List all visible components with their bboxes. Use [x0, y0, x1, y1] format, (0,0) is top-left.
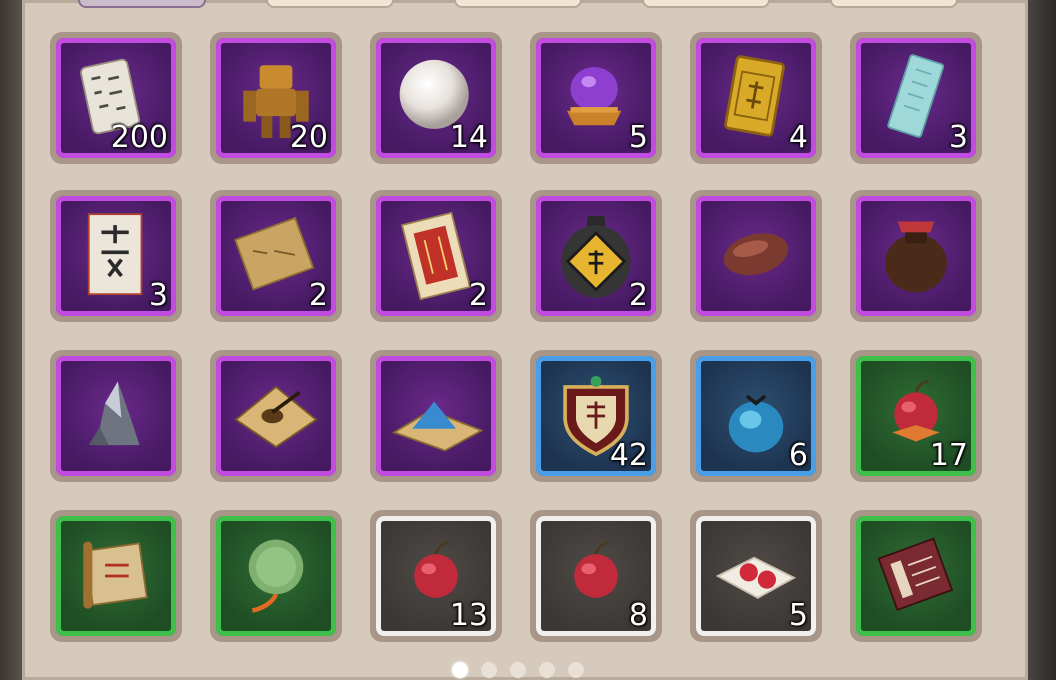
item-slot[interactable]: 3 — [850, 32, 982, 164]
tab-4[interactable] — [642, 0, 770, 8]
item-slot[interactable] — [50, 510, 182, 642]
item-count: 20 — [289, 120, 328, 155]
item-count: 3 — [148, 278, 168, 313]
item-count: 2 — [308, 278, 328, 313]
item-count: 200 — [110, 120, 168, 155]
page-indicator — [22, 660, 1028, 680]
page-dot-1[interactable] — [452, 662, 468, 678]
item-slot[interactable] — [370, 350, 502, 482]
manual-book-icon — [856, 516, 976, 636]
page-dot-4[interactable] — [539, 662, 555, 678]
item-count: 2 — [468, 278, 488, 313]
item-count: 2 — [628, 278, 648, 313]
item-slot[interactable]: 6 — [690, 350, 822, 482]
background-left — [0, 0, 22, 680]
item-count: 5 — [628, 120, 648, 155]
item-slot[interactable] — [690, 190, 822, 322]
item-count: 4 — [788, 120, 808, 155]
item-slot[interactable] — [850, 510, 982, 642]
item-slot[interactable]: 2 — [370, 190, 502, 322]
item-count: 8 — [628, 598, 648, 633]
item-count: 42 — [609, 438, 648, 473]
item-slot[interactable]: 42 — [530, 350, 662, 482]
wine-jar-icon — [856, 196, 976, 316]
item-slot[interactable] — [210, 510, 342, 642]
inventory-panel: 200 20 14 5 4 3 3 2 2 2 42 6 17 13 8 5 — [22, 0, 1028, 680]
tab-3[interactable] — [454, 0, 582, 8]
blue-powder-icon — [376, 356, 496, 476]
item-count: 17 — [929, 438, 968, 473]
item-slot[interactable]: 2 — [210, 190, 342, 322]
tab-2[interactable] — [266, 0, 394, 8]
item-count: 3 — [948, 120, 968, 155]
tab-1[interactable] — [78, 0, 206, 8]
item-slot[interactable]: 8 — [530, 510, 662, 642]
item-slot[interactable] — [210, 350, 342, 482]
item-count: 13 — [449, 598, 488, 633]
page-dot-3[interactable] — [510, 662, 526, 678]
old-scroll-icon — [56, 516, 176, 636]
item-slot[interactable]: 20 — [210, 32, 342, 164]
item-slot[interactable]: 3 — [50, 190, 182, 322]
item-slot[interactable]: 200 — [50, 32, 182, 164]
item-slot[interactable]: 14 — [370, 32, 502, 164]
tab-5[interactable] — [830, 0, 958, 8]
item-count: 14 — [449, 120, 488, 155]
item-count: 6 — [788, 438, 808, 473]
page-dot-5[interactable] — [568, 662, 584, 678]
jade-disc-icon — [216, 516, 336, 636]
ink-stone-icon — [216, 356, 336, 476]
background-right — [1028, 0, 1056, 680]
item-slot[interactable]: 4 — [690, 32, 822, 164]
page-dot-2[interactable] — [481, 662, 497, 678]
item-slot[interactable]: 5 — [530, 32, 662, 164]
item-count: 5 — [788, 598, 808, 633]
item-slot[interactable]: 5 — [690, 510, 822, 642]
item-slot[interactable] — [50, 350, 182, 482]
iron-ore-icon — [56, 356, 176, 476]
item-slot[interactable] — [850, 190, 982, 322]
item-slot[interactable]: 2 — [530, 190, 662, 322]
item-slot[interactable]: 13 — [370, 510, 502, 642]
item-slot[interactable]: 17 — [850, 350, 982, 482]
dried-meat-icon — [696, 196, 816, 316]
tab-bar — [22, 0, 1028, 10]
